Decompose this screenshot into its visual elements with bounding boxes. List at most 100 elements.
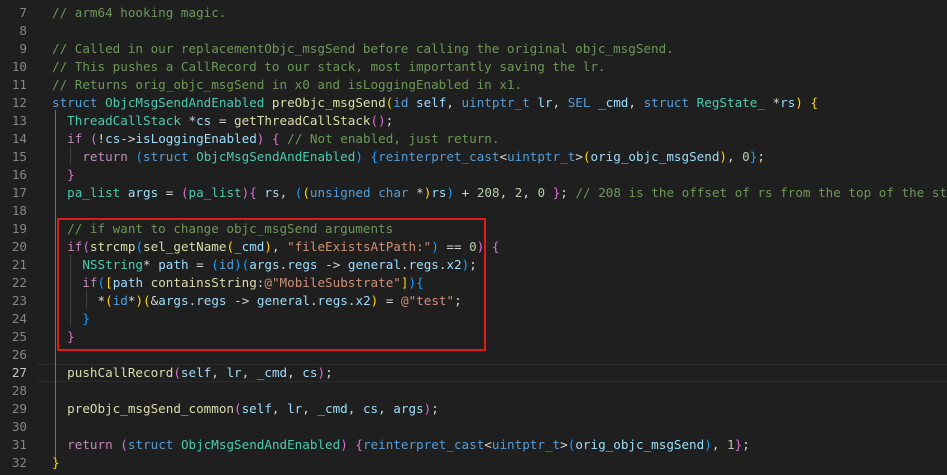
line-number: 7 [19, 5, 27, 20]
code-line[interactable]: 18 [0, 202, 947, 220]
code-token: { [810, 95, 819, 110]
code-line[interactable]: 31 return (struct ObjcMsgSendAndEnabled)… [0, 436, 947, 454]
code-token: ) [408, 275, 417, 290]
line-number: 30 [11, 419, 27, 434]
code-editor[interactable]: 7 // arm64 hooking magic. 8 9 // Called in o… [0, 0, 947, 475]
code-text: pa_list args = (pa_list){ rs, ((unsigned… [52, 184, 947, 202]
code-line[interactable]: 16 } [0, 166, 947, 184]
code-line[interactable]: 15 return (struct ObjcMsgSendAndEnabled)… [0, 148, 947, 166]
code-line[interactable]: 26 [0, 346, 947, 364]
code-token: () [370, 113, 386, 128]
code-line[interactable]: 19 // if want to change objc_msgSend arg… [0, 220, 947, 238]
code-token: ( [97, 275, 106, 290]
code-token: if [67, 131, 83, 146]
code-line[interactable]: 29 preObjc_msgSend_common(self, lr, _cmd… [0, 400, 947, 418]
code-line[interactable]: 13 ThreadCallStack *cs = getThreadCallSt… [0, 112, 947, 130]
code-line[interactable]: 32} [0, 454, 947, 472]
indent-guide [70, 254, 71, 326]
code-token: pushCallRecord [67, 365, 174, 380]
code-line[interactable]: 28 [0, 382, 947, 400]
code-text: return (struct ObjcMsgSendAndEnabled) {r… [52, 436, 750, 454]
line-number: 28 [11, 383, 27, 398]
code-token: , [347, 401, 363, 416]
code-line[interactable]: 12 struct ObjcMsgSendAndEnabled preObjc_m… [0, 94, 947, 112]
code-line[interactable]: 8 [0, 22, 947, 40]
code-token: sel_getName [143, 239, 227, 254]
code-token: ; [431, 401, 439, 416]
code-token: args [249, 257, 280, 272]
code-line[interactable]: 17 pa_list args = (pa_list){ rs, ((unsig… [0, 184, 947, 202]
code-token: , [279, 185, 295, 200]
line-number: 32 [11, 455, 27, 470]
line-number: 9 [19, 41, 27, 56]
code-token: id [112, 293, 128, 308]
code-text: // This pushes a CallRecord to our stack… [52, 58, 606, 76]
code-line[interactable]: 11 // Returns orig_objc_msgSend in x0 and… [0, 76, 947, 94]
code-token: preObjc_msgSend_common [67, 401, 234, 416]
line-number: 27 [11, 365, 27, 380]
code-token: // This pushes a CallRecord to our stack… [52, 59, 606, 74]
code-token: if [67, 239, 83, 254]
line-number: 10 [11, 59, 27, 74]
code-token: uintptr_t [461, 95, 530, 110]
code-token: // Not enabled, just return. [287, 131, 500, 146]
code-text: // Returns orig_objc_msgSend in x0 and i… [52, 76, 522, 94]
code-token: ; [742, 437, 750, 452]
code-line[interactable]: 27 pushCallRecord(self, lr, _cmd, cs); [0, 364, 947, 382]
code-token: NSString [82, 257, 144, 272]
code-token: // Called in our replacementObjc_msgSend… [52, 41, 674, 56]
code-token: 0 [742, 149, 750, 164]
code-token: regs [317, 293, 348, 308]
line-number: 14 [11, 131, 27, 146]
code-token: regs [287, 257, 318, 272]
line-number: 15 [11, 149, 27, 164]
line-number: 16 [11, 167, 27, 182]
code-token: _cmd [256, 365, 288, 380]
code-token: { [249, 185, 257, 200]
code-token: ) [234, 257, 242, 272]
code-token: args [158, 293, 189, 308]
code-line[interactable]: 30 [0, 418, 947, 436]
code-line[interactable]: 20 if(strcmp(sel_getName(_cmd), "fileExi… [0, 238, 947, 256]
code-line[interactable]: 23 *(id*)(&args.regs -> general.regs.x2)… [0, 292, 947, 310]
code-token: x2 [446, 257, 462, 272]
code-token: ! [97, 131, 106, 146]
code-line[interactable]: 14 if (!cs->isLoggingEnabled) { // Not e… [0, 130, 947, 148]
code-token: isLoggingEnabled [135, 131, 257, 146]
code-token: ( [233, 401, 242, 416]
code-token: ObjcMsgSendAndEnabled [180, 437, 341, 452]
code-token: return [82, 149, 128, 164]
code-token: , [499, 185, 515, 200]
code-token: . [309, 293, 318, 308]
code-token: 208 [476, 185, 500, 200]
line-number: 20 [11, 239, 27, 254]
code-line[interactable]: 7 // arm64 hooking magic. [0, 4, 947, 22]
code-line[interactable]: 24 } [0, 310, 947, 328]
code-token: cs [362, 401, 379, 416]
code-line[interactable]: 10 // This pushes a CallRecord to our sta… [0, 58, 947, 76]
code-token: } [82, 311, 90, 326]
code-token: , [446, 95, 462, 110]
code-token: orig_objc_msgSend [590, 149, 720, 164]
code-token: ; [325, 365, 333, 380]
code-token: "fileExistsAtPath:" [287, 239, 432, 254]
code-token: self [180, 365, 212, 380]
code-token: struct [143, 149, 189, 164]
code-text: *(id*)(&args.regs -> general.regs.x2) = … [52, 292, 462, 310]
code-token: , [522, 185, 538, 200]
code-line[interactable]: 25 } [0, 328, 947, 346]
code-token: unsigned [309, 185, 371, 200]
code-line[interactable]: 21 NSString* path = (id)(args.regs -> ge… [0, 256, 947, 274]
code-line[interactable]: 22 if([path containsString:@"MobileSubst… [0, 274, 947, 292]
code-text: // arm64 hooking magic. [52, 4, 226, 22]
code-token: x2 [355, 293, 371, 308]
line-number: 12 [11, 95, 27, 110]
code-line[interactable]: 9 // Called in our replacementObjc_msgSen… [0, 40, 947, 58]
code-token: // if want to change objc_msgSend argume… [67, 221, 394, 236]
